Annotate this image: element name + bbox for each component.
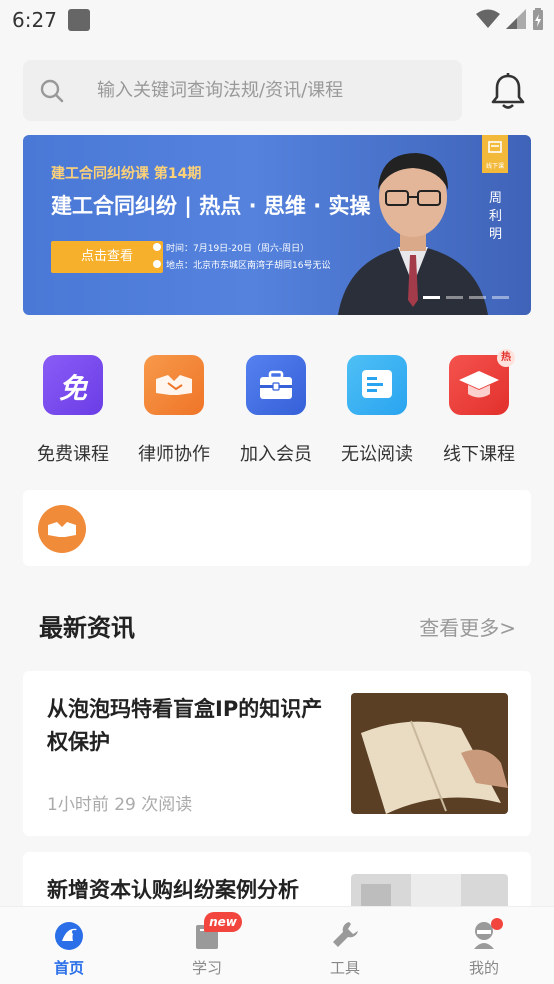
carousel-dot	[492, 296, 509, 299]
search-icon	[40, 79, 64, 103]
battery-icon	[533, 8, 543, 30]
news-heading: 最新资讯	[39, 614, 135, 642]
clock-icon	[153, 243, 161, 251]
tab-label: 学习	[191, 959, 222, 977]
location-icon	[153, 260, 161, 268]
new-badge: new	[204, 912, 242, 932]
status-time: 6:27	[12, 8, 57, 32]
banner-time: 时间：7月19日-20日（周六-周日）	[166, 244, 310, 254]
wifi-icon	[476, 9, 500, 28]
entry-offline-course[interactable]: 热 线下课程	[433, 349, 525, 466]
news-title: 新增资本认购纠纷案例分析	[47, 878, 299, 902]
handshake-icon	[38, 505, 86, 553]
banner-info: 时间：7月19日-20日（周六-周日） 地点：北京市东城区南湾子胡同16号无讼	[153, 241, 330, 275]
free-course-icon: 免	[43, 355, 103, 415]
banner-view-button[interactable]: 点击查看	[51, 241, 163, 273]
entry-free-course[interactable]: 免 免费课程	[27, 355, 119, 466]
tag-icon	[488, 141, 502, 153]
status-bar: 6:27	[0, 0, 554, 40]
hot-badge: 热	[497, 349, 515, 367]
banner-subtitle: 建工合同纠纷课 第14期	[51, 166, 202, 182]
carousel-dot	[423, 296, 440, 299]
home-icon	[55, 922, 83, 950]
tab-label: 我的	[468, 959, 499, 977]
briefcase-icon	[246, 355, 306, 415]
bell-icon[interactable]	[490, 72, 526, 110]
news-title: 从泡泡玛特看盲盒IP的知识产权保护	[47, 697, 323, 754]
offline-tag: 线下课	[482, 135, 508, 173]
notification-dot	[491, 918, 503, 930]
tab-tools[interactable]: 工具	[295, 907, 395, 984]
entry-label: 加入会员	[240, 444, 312, 465]
signal-icon	[506, 9, 526, 29]
entry-reading[interactable]: 无讼阅读	[331, 355, 423, 466]
collab-card[interactable]	[23, 490, 531, 566]
search-bar[interactable]	[23, 60, 462, 121]
tab-label: 首页	[53, 959, 84, 977]
news-card[interactable]: 从泡泡玛特看盲盒IP的知识产权保护 1小时前 29 次阅读	[23, 671, 531, 836]
lecturer-name: 周利明	[489, 191, 503, 242]
handshake-icon	[144, 355, 204, 415]
app-screen: 6:27 建工合同纠纷课 第14期 建工合同纠纷 | 热点 · 思维 · 实操 …	[0, 0, 554, 984]
entry-label: 无讼阅读	[341, 444, 413, 465]
news-meta: 1小时前 29 次阅读	[47, 795, 193, 815]
reading-icon	[347, 355, 407, 415]
entry-lawyer-collab[interactable]: 律师协作	[128, 355, 220, 466]
carousel-dot	[469, 296, 486, 299]
lecturer-photo	[338, 153, 488, 315]
course-banner[interactable]: 建工合同纠纷课 第14期 建工合同纠纷 | 热点 · 思维 · 实操 点击查看 …	[23, 135, 531, 315]
entry-label: 线下课程	[443, 444, 515, 465]
graduation-cap-icon: 热	[449, 349, 515, 415]
tab-profile[interactable]: 我的	[434, 907, 534, 984]
carousel-dot	[446, 296, 463, 299]
banner-title: 建工合同纠纷 | 热点 · 思维 · 实操	[51, 194, 371, 218]
tab-home[interactable]: 首页	[19, 907, 119, 984]
status-icons	[476, 8, 544, 30]
entry-label: 免费课程	[37, 444, 109, 465]
tag-label: 线下课	[485, 163, 504, 170]
entry-label: 律师协作	[138, 444, 210, 465]
tab-bar: 首页 学习 工具 我的	[0, 906, 554, 984]
entry-membership[interactable]: 加入会员	[230, 355, 322, 466]
banner-place: 地点：北京市东城区南湾子胡同16号无讼	[166, 261, 331, 271]
carousel-indicator	[423, 296, 509, 299]
news-thumbnail	[351, 693, 508, 814]
search-input[interactable]	[97, 60, 457, 121]
tab-label: 工具	[329, 959, 360, 977]
tool-icon	[333, 922, 358, 947]
notification-icon	[68, 9, 90, 31]
news-more-link[interactable]: 查看更多>	[419, 612, 516, 641]
